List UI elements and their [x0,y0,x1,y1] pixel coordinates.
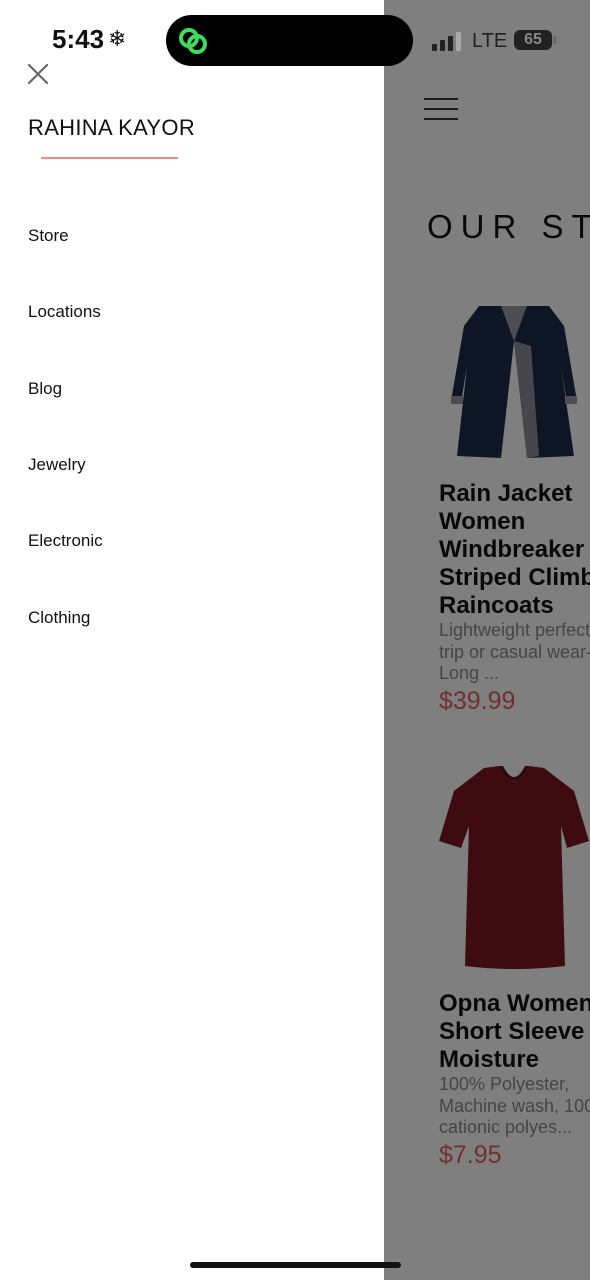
cellular-signal-icon [432,31,462,51]
home-indicator[interactable] [190,1262,401,1268]
snowflake-icon: ❄ [108,26,127,51]
network-type: LTE [472,30,508,52]
battery-icon: 65 [514,30,552,50]
menu-item-clothing[interactable]: Clothing [28,608,90,628]
name-underline [41,157,178,159]
menu-item-electronic[interactable]: Electronic [28,531,103,551]
battery-tip [553,36,556,44]
dynamic-island [166,15,413,66]
navigation-drawer: RAHINA KAYOR Store Locations Blog Jewelr… [0,0,384,1280]
user-name: RAHINA KAYOR [28,115,196,140]
menu-item-store[interactable]: Store [28,226,69,246]
status-bar: 5:43 ❄ LTE 65 [0,0,590,80]
menu-item-blog[interactable]: Blog [28,379,62,399]
status-time: 5:43 [52,24,105,54]
menu-item-locations[interactable]: Locations [28,302,101,322]
menu-item-jewelry[interactable]: Jewelry [28,455,86,475]
link-rings-icon [179,28,207,54]
